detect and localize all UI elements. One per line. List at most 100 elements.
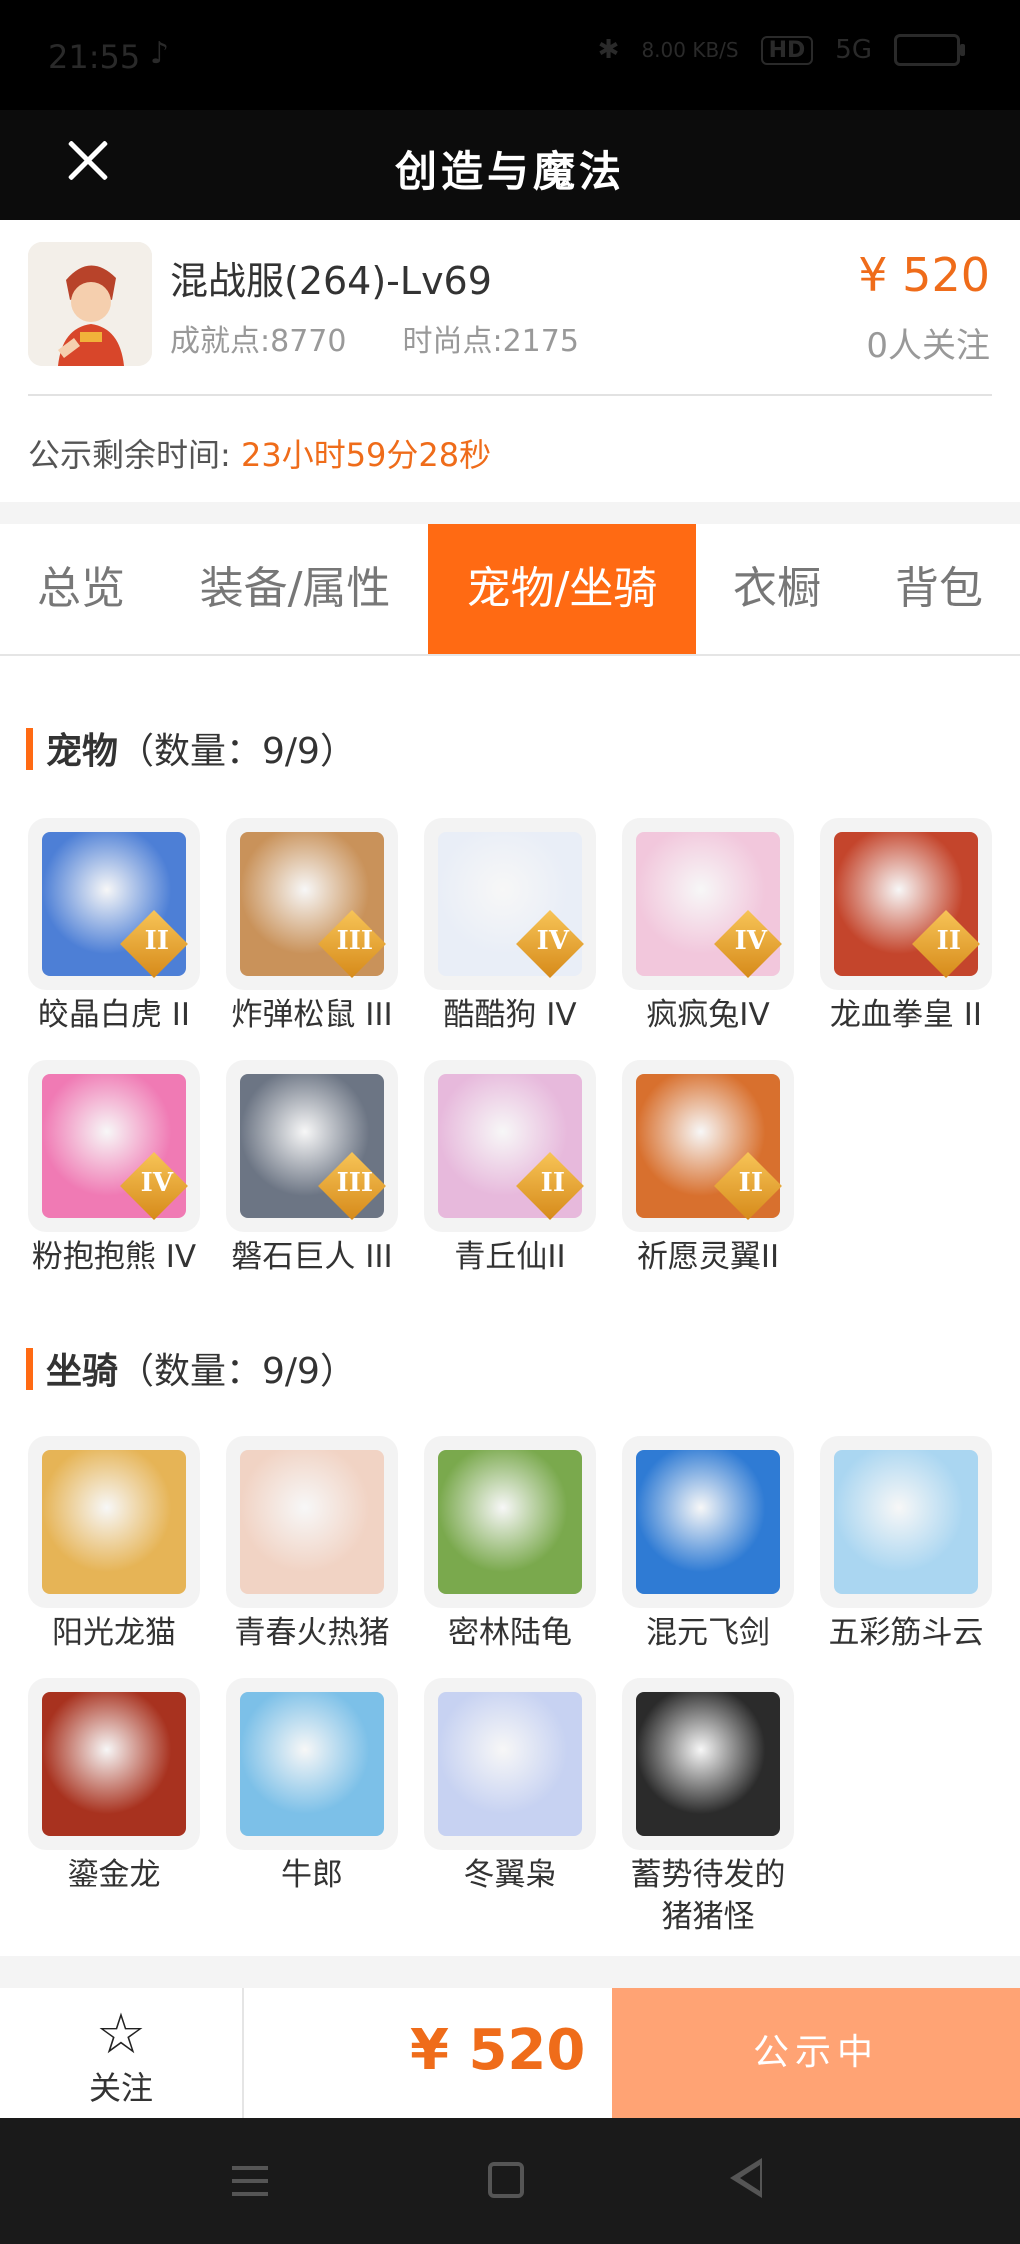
grade-label: II (738, 1168, 763, 1199)
system-nav-bar (0, 2118, 1020, 2244)
follower-count: 0人关注 (866, 326, 990, 366)
page-title: 创造与魔法 (394, 147, 625, 196)
back-icon[interactable] (730, 2158, 762, 2198)
remaining-time-value: 23小时59分28秒 (240, 436, 492, 474)
mount-image (438, 1692, 582, 1836)
pet-item[interactable]: II 皎晶白虎 II (28, 818, 200, 1036)
follow-label: 关注 (88, 2069, 153, 2107)
pet-name: 酷酷狗 IV (443, 997, 577, 1033)
pets-title: 宠物 (46, 731, 119, 772)
publicity-status-button[interactable]: 公示中 (612, 1988, 1020, 2118)
mount-thumbnail (820, 1436, 992, 1608)
mount-item[interactable]: 阳光龙猫 (28, 1436, 200, 1654)
tab-wardrobe[interactable]: 衣橱 (696, 524, 858, 654)
tab-backpack[interactable]: 背包 (858, 524, 1020, 654)
mount-item[interactable]: 鎏金龙 (28, 1678, 200, 1896)
hd-badge: HD (760, 35, 814, 65)
pet-item[interactable]: II 青丘仙II (424, 1060, 596, 1278)
mount-item[interactable]: 混元飞剑 (622, 1436, 794, 1654)
tab-bar: 总览 装备/属性 宠物/坐骑 衣橱 背包 (0, 524, 1020, 656)
signal-icon: 5G (835, 35, 872, 65)
pet-name: 炸弹松鼠 III (231, 997, 393, 1033)
grade-label: II (540, 1168, 565, 1199)
mount-item[interactable]: 密林陆龟 (424, 1436, 596, 1654)
mount-thumbnail (226, 1678, 398, 1850)
mount-item[interactable]: 牛郎 (226, 1678, 398, 1896)
pet-name: 皎晶白虎 II (37, 997, 191, 1033)
pet-thumbnail: II (820, 818, 992, 990)
mount-image (42, 1692, 186, 1836)
mount-image (438, 1450, 582, 1594)
mount-name: 牛郎 (281, 1857, 343, 1893)
tab-pets-mounts[interactable]: 宠物/坐骑 (428, 524, 696, 654)
stats-row: 成就点:8770 时尚点:2175 (170, 316, 579, 360)
star-icon: ☆ (95, 2002, 147, 2067)
pet-item[interactable]: III 炸弹松鼠 III (226, 818, 398, 1036)
remaining-time: 公示剩余时间: 23小时59分28秒 (28, 430, 491, 476)
follow-button[interactable]: ☆ 关注 (0, 1988, 244, 2118)
pet-item[interactable]: II 龙血拳皇 II (820, 818, 992, 1036)
mount-name: 密林陆龟 (448, 1615, 572, 1651)
pet-thumbnail: IV (622, 818, 794, 990)
mount-item[interactable]: 蓄势待发的 猪猪怪 (622, 1678, 794, 1938)
pet-item[interactable]: IV 粉抱抱熊 IV (28, 1060, 200, 1278)
listing-price: ¥ 520 (858, 248, 990, 302)
pet-thumbnail: II (28, 818, 200, 990)
pet-item[interactable]: II 祈愿灵翼II (622, 1060, 794, 1278)
remaining-time-label: 公示剩余时间: (28, 436, 231, 474)
grade-label: II (144, 926, 169, 957)
mount-image (240, 1450, 384, 1594)
bluetooth-icon: ✱ (597, 35, 620, 65)
home-icon[interactable] (488, 2162, 524, 2198)
mount-name: 蓄势待发的 猪猪怪 (630, 1857, 786, 1935)
mount-name: 混元飞剑 (646, 1615, 770, 1651)
battery-icon (894, 34, 965, 66)
tiktok-icon: ♪ (150, 36, 170, 71)
bottom-action-bar: ☆ 关注 ¥ 520 公示中 (0, 1988, 1020, 2118)
pet-thumbnail: II (622, 1060, 794, 1232)
mount-thumbnail (28, 1678, 200, 1850)
pet-name: 青丘仙II (454, 1239, 566, 1275)
mount-image (834, 1450, 978, 1594)
grade-label: III (336, 926, 374, 957)
grade-label: IV (536, 926, 570, 957)
mount-image (636, 1450, 780, 1594)
listing-card: 混战服(264)-Lv69 成就点:8770 时尚点:2175 ¥ 520 0人关… (0, 220, 1020, 502)
pet-name: 疯疯兔IV (646, 997, 770, 1033)
mount-thumbnail (424, 1436, 596, 1608)
mount-image (240, 1692, 384, 1836)
mount-item[interactable]: 青春火热猪 (226, 1436, 398, 1654)
mount-thumbnail (424, 1678, 596, 1850)
pet-thumbnail: IV (28, 1060, 200, 1232)
mounts-title: 坐骑 (46, 1351, 119, 1392)
bottom-price: ¥ 520 (410, 2018, 586, 2083)
pet-thumbnail: III (226, 818, 398, 990)
pet-item[interactable]: IV 疯疯兔IV (622, 818, 794, 1036)
mount-item[interactable]: 五彩筋斗云 (820, 1436, 992, 1654)
menu-icon[interactable] (232, 2166, 268, 2196)
tab-overview[interactable]: 总览 (0, 524, 162, 654)
status-bar: 21:55 ♪ ✱ 8.00 KB/S HD 5G (0, 0, 1020, 110)
mount-image (636, 1692, 780, 1836)
pets-count: （数量：9/9） (118, 731, 356, 772)
pet-name: 祈愿灵翼II (636, 1239, 780, 1275)
mounts-section-title: 坐骑（数量：9/9） (26, 1342, 356, 1394)
mount-image (42, 1450, 186, 1594)
pet-item[interactable]: III 磐石巨人 III (226, 1060, 398, 1278)
status-indicators: ✱ 8.00 KB/S HD 5G (597, 34, 965, 66)
tab-equipment[interactable]: 装备/属性 (162, 524, 428, 654)
mount-name: 五彩筋斗云 (828, 1615, 984, 1651)
pet-thumbnail: III (226, 1060, 398, 1232)
pet-name: 磐石巨人 III (231, 1239, 393, 1275)
mount-name: 青春火热猪 (234, 1615, 390, 1651)
pets-mounts-panel: 宠物（数量：9/9） II 皎晶白虎 II III 炸弹松鼠 III IV 酷酷狗 IV I… (0, 656, 1020, 1956)
character-avatar (28, 242, 152, 366)
status-time: 21:55 (48, 38, 141, 76)
pet-thumbnail: IV (424, 818, 596, 990)
title-bar: 创造与魔法 (0, 110, 1020, 220)
mount-thumbnail (226, 1436, 398, 1608)
mounts-count: （数量：9/9） (118, 1351, 356, 1392)
pet-item[interactable]: IV 酷酷狗 IV (424, 818, 596, 1036)
pet-name: 粉抱抱熊 IV (31, 1239, 197, 1275)
mount-item[interactable]: 冬翼枭 (424, 1678, 596, 1896)
